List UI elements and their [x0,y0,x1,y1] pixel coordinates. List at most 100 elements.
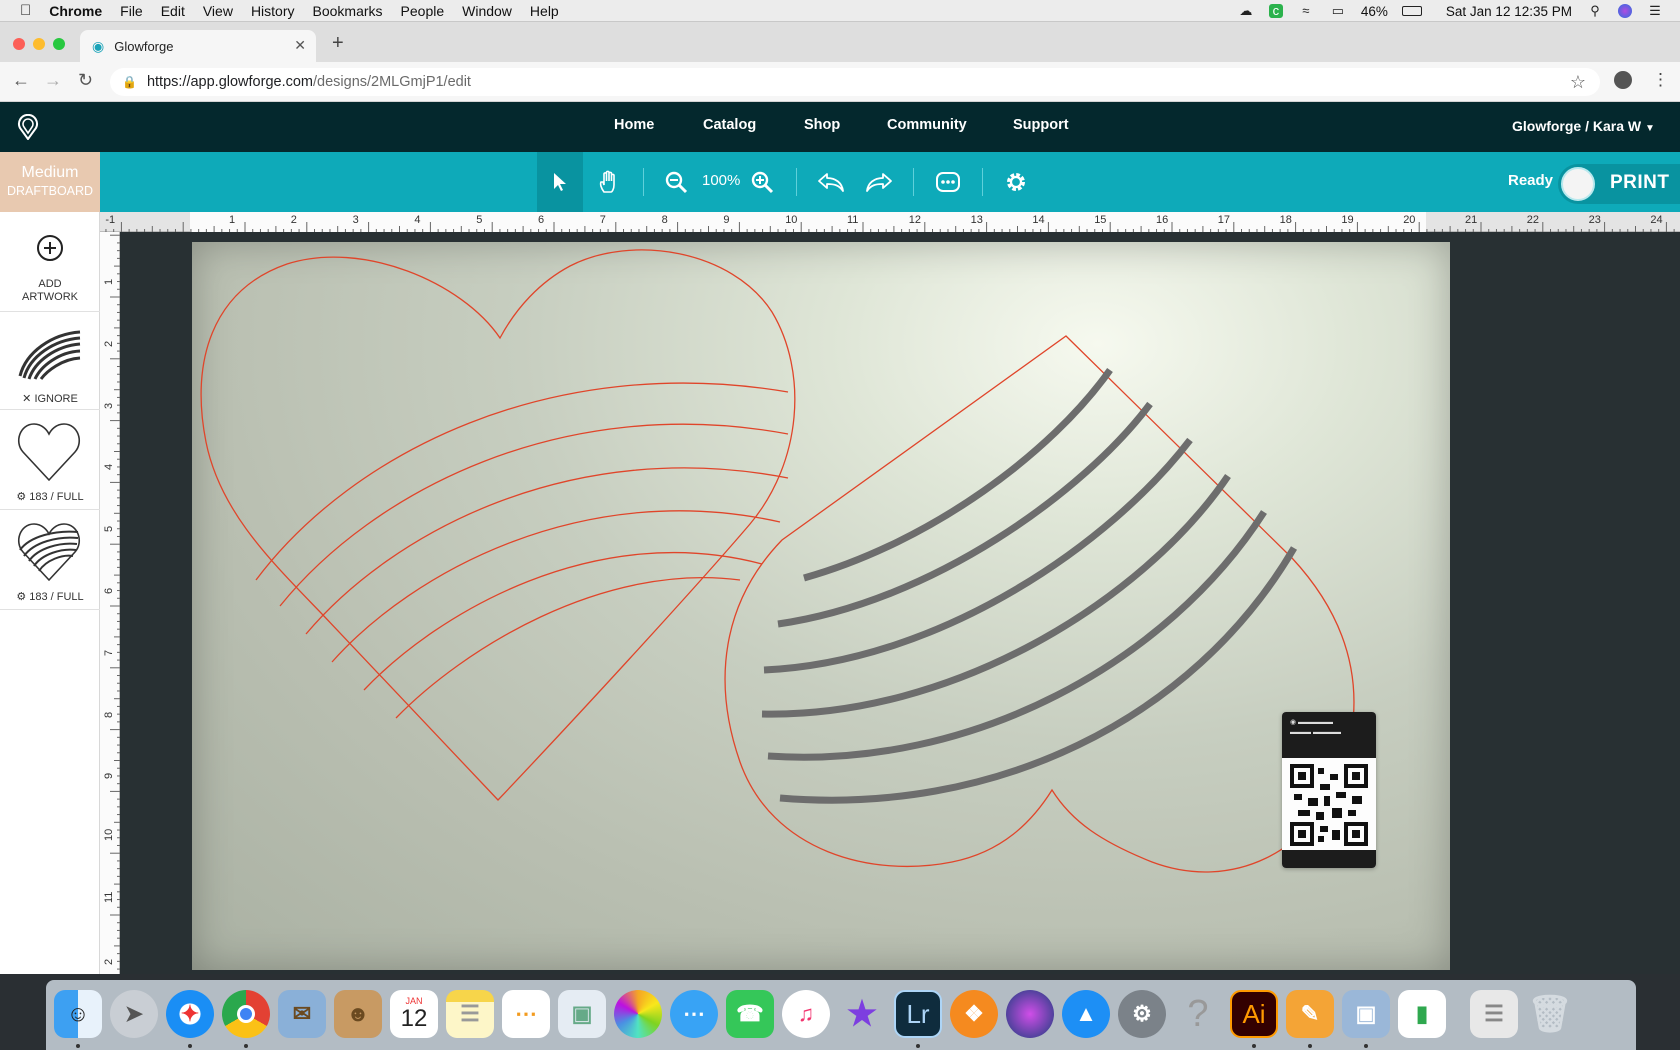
close-tab-icon[interactable]: ✕ [294,37,306,54]
material-selector[interactable]: Medium DRAFTBOARD [0,152,100,212]
imovie-icon[interactable]: ★ [838,990,886,1038]
facetime-icon[interactable]: ☎ [726,990,774,1038]
documents-folder-icon[interactable]: ☰ [1470,990,1518,1038]
menu-history[interactable]: History [251,3,295,19]
wifi-icon[interactable]: ≈ [1297,4,1315,18]
left-heart-cut-outline[interactable] [200,249,796,801]
nav-community[interactable]: Community [887,117,967,133]
siri-app-icon[interactable] [1006,990,1054,1038]
nav-catalog[interactable]: Catalog [703,117,756,133]
system-preferences-icon[interactable]: ⚙ [1118,990,1166,1038]
safari-icon[interactable]: ✦ [166,990,214,1038]
nav-home[interactable]: Home [614,117,654,133]
right-engrave-stripe[interactable] [803,367,1113,582]
menu-window[interactable]: Window [462,3,512,19]
itunes-icon[interactable]: ♫ [782,990,830,1038]
profile-avatar-icon[interactable] [1614,71,1632,89]
left-stripe-line[interactable] [255,382,789,581]
contacts-icon[interactable]: ☻ [334,990,382,1038]
address-bar[interactable]: 🔒 https://app.glowforge.com/designs/2MLG… [110,68,1600,96]
heart-outline-settings[interactable]: ⚙ 183 / FULL [0,490,100,503]
ignore-action[interactable]: ✕ IGNORE [0,392,100,405]
trash-icon[interactable]: 🗑 [1526,990,1574,1038]
right-engrave-stripe[interactable] [777,401,1153,628]
mail-app-icon[interactable]: ✉ [278,990,326,1038]
artwork-item-heart-stripes[interactable]: ⚙ 183 / FULL [0,510,100,610]
menu-bookmarks[interactable]: Bookmarks [313,3,383,19]
forward-icon[interactable]: → [44,70,62,91]
image-capture-icon[interactable]: ▣ [1342,990,1390,1038]
left-stripe-line[interactable] [363,551,763,691]
left-stripe-line[interactable] [395,577,741,719]
pan-tool-button[interactable] [586,152,632,212]
clock[interactable]: Sat Jan 12 12:35 PM [1446,4,1572,19]
zoom-out-button[interactable] [653,152,699,212]
material-camera-view[interactable]: ◉ ▬▬▬▬▬ ▬▬▬ ▬▬▬▬ [192,242,1450,970]
close-window-button[interactable] [13,38,25,50]
minimize-window-button[interactable] [33,38,45,50]
left-stripe-line[interactable] [305,467,789,635]
print-button-indicator-icon[interactable] [1561,167,1595,201]
lock-icon[interactable]: 🔒 [122,75,137,89]
select-tool-button[interactable] [537,152,583,212]
artwork-item-stripes[interactable]: ✕ IGNORE [0,312,100,410]
zoom-window-button[interactable] [53,38,65,50]
print-label[interactable]: PRINT [1610,172,1670,194]
chrome-icon[interactable] [222,990,270,1038]
app-store-icon[interactable]: ▲ [1062,990,1110,1038]
new-tab-icon[interactable]: + [332,32,344,55]
pages-icon[interactable]: ✎ [1286,990,1334,1038]
artwork-item-heart-outline[interactable]: ⚙ 183 / FULL [0,410,100,510]
menu-edit[interactable]: Edit [161,3,185,19]
settings-button[interactable] [993,152,1039,212]
illustrator-icon[interactable]: Ai [1230,990,1278,1038]
bookmark-star-icon[interactable]: ☆ [1570,72,1586,93]
more-options-button[interactable] [925,152,971,212]
preview-icon[interactable]: ▣ [558,990,606,1038]
glowforge-logo-icon[interactable] [16,114,40,140]
battery-icon[interactable] [1401,6,1422,16]
finder-icon[interactable]: ☺ [54,990,102,1038]
right-engrave-stripe[interactable] [767,510,1267,761]
photos-icon[interactable] [614,990,662,1038]
menu-app-name[interactable]: Chrome [49,3,102,19]
reload-icon[interactable]: ↻ [78,70,93,91]
redo-button[interactable] [856,152,902,212]
design-canvas[interactable]: ◉ ▬▬▬▬▬ ▬▬▬ ▬▬▬▬ [120,232,1680,974]
notes-icon[interactable]: ☰ [446,990,494,1038]
left-stripe-line[interactable] [331,510,781,663]
tab-glowforge[interactable]: ◉ Glowforge ✕ [80,30,316,62]
menu-file[interactable]: File [120,3,143,19]
add-artwork-button[interactable]: ADD ARTWORK [0,212,100,312]
app-status-icon[interactable]: c [1268,4,1283,18]
right-engrave-stripe[interactable] [761,474,1231,718]
numbers-icon[interactable]: ▮ [1398,990,1446,1038]
undo-button[interactable] [808,152,854,212]
messages-icon[interactable]: ⋯ [670,990,718,1038]
creative-cloud-icon[interactable]: ☁ [1237,4,1255,18]
account-menu[interactable]: Glowforge / Kara W ▼ [1512,118,1655,134]
right-engrave-stripe[interactable] [779,546,1298,804]
notification-center-icon[interactable]: ☰ [1646,4,1664,18]
lightroom-icon[interactable]: Lr [894,990,942,1038]
calendar-icon[interactable]: JAN 12 [390,990,438,1038]
siri-icon[interactable] [1618,4,1632,18]
unknown-app-icon[interactable]: ? [1174,990,1222,1038]
apple-icon[interactable]:  [20,2,31,19]
airplay-icon[interactable]: ▭ [1329,4,1347,18]
launchpad-icon[interactable]: ➤ [110,990,158,1038]
chrome-menu-icon[interactable]: ⋮ [1652,70,1669,90]
design-toolbar: Medium DRAFTBOARD 100% Ready PRINT [0,152,1680,212]
zoom-in-button[interactable] [739,152,785,212]
nav-support[interactable]: Support [1013,117,1069,133]
right-engrave-stripe[interactable] [763,437,1193,674]
back-icon[interactable]: ← [12,70,30,91]
heart-stripes-settings[interactable]: ⚙ 183 / FULL [0,590,100,603]
menu-help[interactable]: Help [530,3,559,19]
menu-view[interactable]: View [203,3,233,19]
menu-people[interactable]: People [401,3,445,19]
spotlight-search-icon[interactable]: ⚲ [1586,4,1604,18]
reminders-icon[interactable]: ⋯ [502,990,550,1038]
nav-shop[interactable]: Shop [804,117,840,133]
ibooks-icon[interactable]: ❖ [950,990,998,1038]
